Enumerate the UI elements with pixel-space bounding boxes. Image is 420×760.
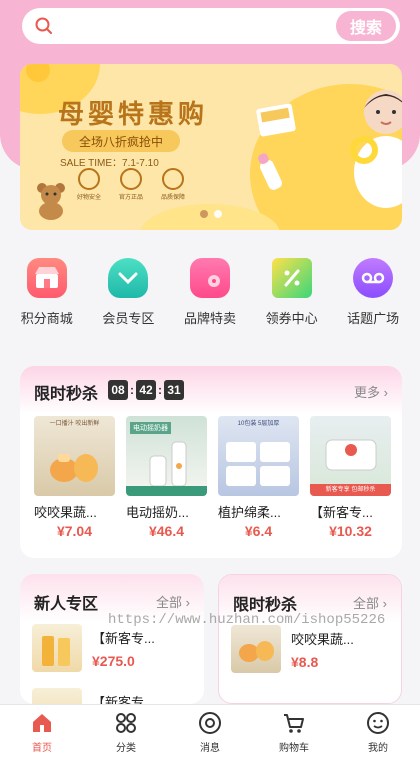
search-button[interactable]: 搜索 [336, 11, 396, 41]
banner-features: 好物安全 官方正品 品质保障 [74, 168, 188, 201]
flash-sale-header: 限时秒杀 08 : 42 : 31 更多 › [20, 366, 402, 414]
chevron-right-icon: › [383, 385, 388, 400]
profile-icon [367, 712, 389, 734]
product-price: ¥7.04 [56, 523, 93, 539]
new-user-title: 新人专区 [34, 596, 99, 613]
teddy-bear-icon [37, 183, 65, 220]
product-name: 【新客专... [310, 505, 373, 520]
product-name: 植护绵柔... [218, 505, 281, 520]
nav-item-topic-plaza[interactable]: 话题广场 [333, 258, 413, 338]
product-price: ¥6.4 [244, 523, 273, 539]
tab-cart[interactable]: 购物车 [252, 705, 336, 760]
product-name: 电动摇奶... [126, 505, 189, 520]
feature-safety-icon: 好物安全 [74, 168, 104, 201]
tab-category[interactable]: 分类 [84, 705, 168, 760]
product-name: 【新客专... [92, 695, 155, 704]
flash-sale-title: 限时秒杀 [34, 386, 99, 403]
product-image-teether: 一口播汁 咬出新鲜 [34, 416, 115, 496]
product-name: 咬咬果蔬... [291, 632, 354, 647]
flash-sale-mini-more-link[interactable]: 全部 › [353, 593, 387, 612]
countdown-timer: 08 : 42 : 31 [108, 380, 184, 400]
chevron-right-icon: › [382, 596, 387, 611]
topic-voicemail-icon [353, 258, 394, 298]
search-icon [35, 17, 52, 34]
product-image-formula [32, 624, 82, 672]
coupon-icon [271, 258, 312, 298]
timer-minutes: 42 [136, 380, 156, 400]
product-name: 【新客专... [92, 631, 155, 646]
product-image-tissue: 10包装 5层加厚 [218, 416, 299, 496]
product-image-teether [231, 625, 281, 673]
banner-title: 母婴特惠购 [58, 100, 209, 130]
vip-heart-icon [108, 258, 149, 298]
nav-item-coupon-center[interactable]: 领券中心 [252, 258, 332, 338]
sun-icon [26, 64, 50, 82]
tab-message[interactable]: 消息 [168, 705, 252, 760]
banner-pager [200, 210, 222, 218]
product-card[interactable]: 10包装 5层加厚 植护绵柔... ¥6.4 [218, 416, 299, 539]
tab-profile[interactable]: 我的 [336, 705, 420, 760]
banner-sale-time: SALE TIME：7.1-7.10 [60, 158, 159, 169]
product-card[interactable]: 新客专享 包邮秒杀 【新客专... ¥10.32 [310, 416, 391, 539]
nav-item-vip-zone[interactable]: 会员专区 [88, 258, 168, 338]
timer-seconds: 31 [164, 380, 184, 400]
flash-sale-section: 限时秒杀 08 : 42 : 31 更多 › 一口播汁 咬出新鲜 咬咬果蔬...… [20, 366, 402, 558]
baby-bottle-icon [258, 153, 283, 190]
tab-home[interactable]: 首页 [0, 705, 84, 760]
product-price: ¥10.32 [329, 523, 372, 539]
brand-tag-icon [189, 258, 230, 298]
product-name: 咬咬果蔬... [34, 505, 97, 520]
pager-dot[interactable] [214, 210, 222, 218]
new-user-section: 新人专区 全部 › 【新客专... ¥275.0 【新客专... [20, 574, 204, 704]
new-user-more-link[interactable]: 全部 › [156, 592, 190, 611]
watermark: https://www.huzhan.com/ishop55226 [108, 612, 386, 628]
search-input[interactable] [66, 14, 346, 38]
flash-sale-more-link[interactable]: 更多 › [354, 382, 388, 401]
home-icon [33, 714, 51, 732]
baby-photo [350, 90, 402, 208]
mini-product[interactable]: 【新客专... [32, 688, 192, 704]
feature-genuine-icon: 官方正品 [116, 168, 146, 201]
chevron-right-icon: › [185, 595, 190, 610]
category-icon [116, 713, 136, 733]
nav-item-brand-sale[interactable]: 品牌特卖 [170, 258, 250, 338]
quick-nav: 积分商城 会员专区 品牌特卖 领券中心 话题广场 [0, 258, 420, 338]
product-price: ¥8.8 [291, 654, 319, 670]
product-price: ¥275.0 [92, 653, 135, 669]
product-image-formula [32, 688, 82, 704]
shop-icon [26, 258, 67, 298]
timer-hours: 08 [108, 380, 128, 400]
feature-quality-icon: 品质保障 [158, 168, 188, 201]
message-icon [199, 712, 221, 734]
banner-tag: 全场八折疯抢中 [62, 130, 180, 152]
product-image-bottle-shaker: 电动摇奶器 [126, 416, 207, 496]
flash-sale-products: 一口播汁 咬出新鲜 咬咬果蔬... ¥7.04 电动摇奶器 电动摇奶... ¥4… [34, 416, 391, 539]
product-image-wipes: 新客专享 包邮秒杀 [310, 416, 391, 496]
promo-banner[interactable]: 母婴特惠购 全场八折疯抢中 SALE TIME：7.1-7.10 好物安全 官方… [20, 64, 402, 230]
cart-icon [284, 714, 304, 733]
nav-item-points-mall[interactable]: 积分商城 [7, 258, 87, 338]
search-bar[interactable]: 搜索 [22, 8, 400, 44]
flash-sale-mini-section: 限时秒杀 全部 › 咬咬果蔬... ¥8.8 [218, 574, 402, 704]
product-price: ¥46.4 [148, 523, 185, 539]
product-card[interactable]: 电动摇奶器 电动摇奶... ¥46.4 [126, 416, 207, 539]
product-card[interactable]: 一口播汁 咬出新鲜 咬咬果蔬... ¥7.04 [34, 416, 115, 539]
pager-dot[interactable] [200, 210, 208, 218]
snack-box-icon [256, 103, 296, 137]
mini-product[interactable]: 咬咬果蔬... ¥8.8 [231, 625, 391, 673]
mini-product[interactable]: 【新客专... ¥275.0 [32, 624, 192, 672]
bottom-tab-bar: 首页 分类 消息 购物车 我的 [0, 704, 420, 760]
